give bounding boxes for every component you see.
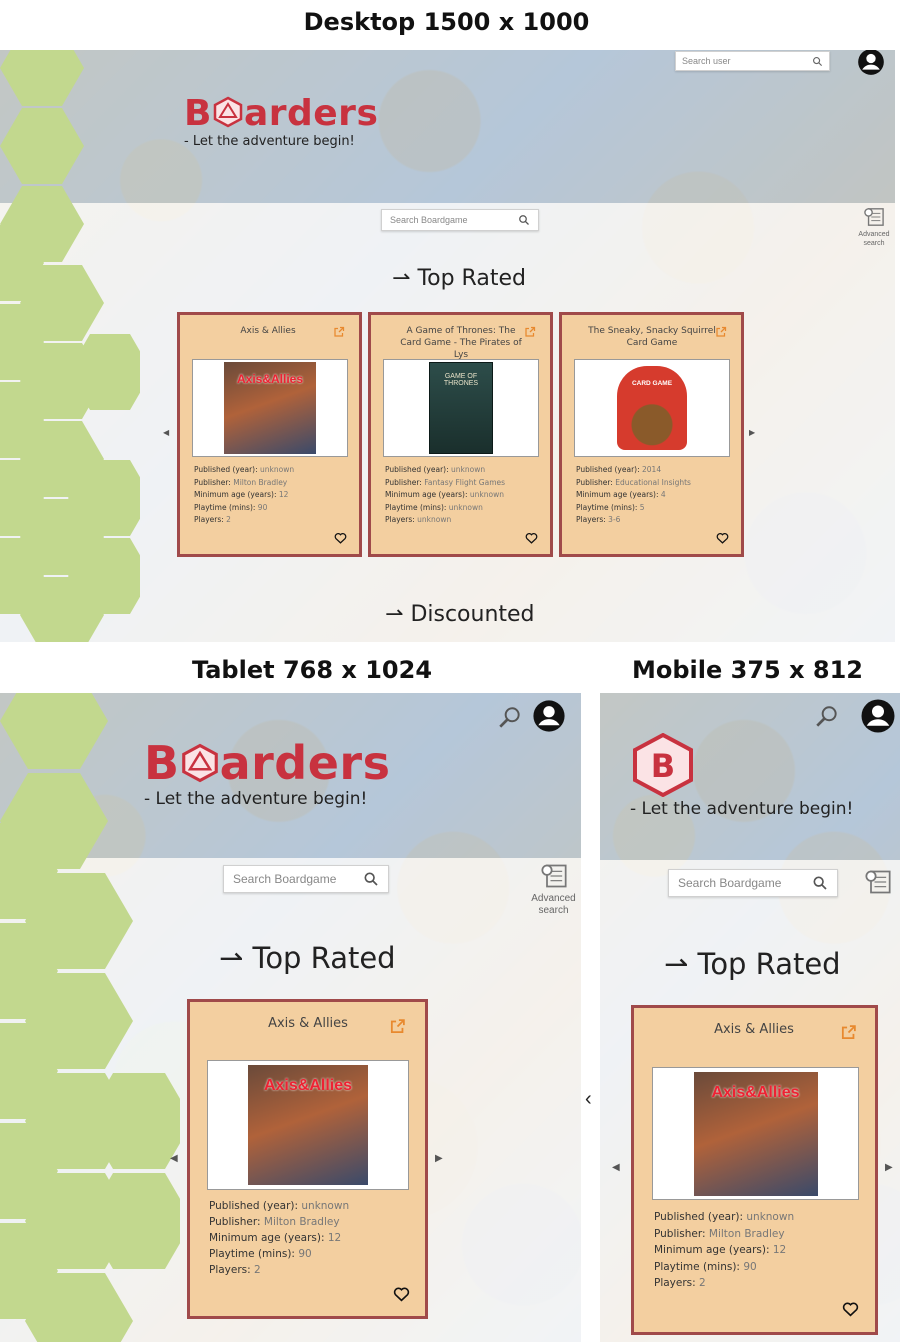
- external-link-icon[interactable]: [524, 326, 536, 338]
- search-boardgame-placeholder: Search Boardgame: [233, 872, 337, 886]
- top-rated-heading: ⇀ Top Rated: [219, 941, 396, 975]
- search-boardgame-input[interactable]: Search Boardgame: [381, 209, 539, 231]
- favorite-heart-icon[interactable]: [334, 532, 347, 544]
- search-user-input[interactable]: Search user: [675, 51, 830, 71]
- tagline: - Let the adventure begin!: [184, 134, 355, 149]
- game-box-art: Axis&Allies: [248, 1065, 368, 1185]
- external-link-icon[interactable]: [389, 1018, 406, 1035]
- search-boardgame-placeholder: Search Boardgame: [678, 876, 782, 890]
- game-title: Axis & Allies: [240, 326, 296, 336]
- advanced-search-icon: [540, 864, 567, 888]
- carousel-next-arrow[interactable]: ▶: [749, 428, 755, 437]
- game-box-art: CARD GAME: [617, 366, 687, 450]
- favorite-heart-icon[interactable]: [393, 1286, 410, 1302]
- game-card[interactable]: A Game of Thrones: The Card Game - The P…: [368, 312, 553, 557]
- game-info: Published (year): unknown Publisher: Fan…: [385, 465, 506, 524]
- search-boardgame-input[interactable]: Search Boardgame: [223, 865, 389, 893]
- view-divider: [581, 693, 600, 1342]
- game-title: A Game of Thrones: The Card Game - The P…: [400, 326, 522, 360]
- game-title: Axis & Allies: [714, 1022, 794, 1037]
- external-link-icon[interactable]: [840, 1024, 857, 1041]
- search-boardgame-input[interactable]: Search Boardgame: [668, 869, 838, 897]
- search-icon[interactable]: [812, 875, 828, 891]
- game-box-art: Axis&Allies: [693, 1071, 818, 1196]
- search-boardgame-placeholder: Search Boardgame: [390, 215, 468, 225]
- search-user-icon[interactable]: [497, 705, 523, 731]
- advanced-search-icon[interactable]: [864, 869, 892, 895]
- search-user-icon[interactable]: [814, 704, 840, 730]
- desktop-caption: Desktop 1500 x 1000: [303, 8, 590, 36]
- search-icon[interactable]: [518, 214, 530, 226]
- top-rated-heading: ⇀ Top Rated: [392, 266, 526, 291]
- game-title: The Sneaky, Snacky Squirrel Card Game: [588, 326, 716, 348]
- brand-logo-icon[interactable]: B: [630, 733, 696, 797]
- game-box-art: GAME OF THRONES: [429, 362, 493, 454]
- game-box-art: Axis&Allies: [224, 362, 316, 454]
- tagline: - Let the adventure begin!: [630, 799, 854, 819]
- game-info: Published (year): unknown Publisher: Mil…: [209, 1200, 350, 1276]
- favorite-heart-icon[interactable]: [716, 532, 729, 544]
- brand-logo[interactable]: Barders: [144, 735, 390, 791]
- top-rated-heading: ⇀ Top Rated: [664, 947, 841, 981]
- tablet-caption: Tablet 768 x 1024: [191, 656, 433, 684]
- desktop-view: Search user Barders - Let the adventure …: [0, 50, 895, 642]
- tagline: - Let the adventure begin!: [144, 789, 368, 809]
- game-title: Axis & Allies: [268, 1016, 348, 1031]
- game-info: Published (year): unknown Publisher: Mil…: [654, 1211, 795, 1289]
- search-icon[interactable]: [812, 56, 823, 67]
- game-card[interactable]: Axis & Allies Axis&Allies Published (yea…: [187, 999, 428, 1319]
- carousel-next-arrow[interactable]: ▶: [885, 1162, 893, 1173]
- carousel-next-arrow[interactable]: ▶: [435, 1153, 443, 1164]
- favorite-heart-icon[interactable]: [525, 532, 538, 544]
- svg-text:B: B: [651, 747, 675, 785]
- game-image: Axis&Allies: [192, 359, 348, 457]
- game-card[interactable]: The Sneaky, Snacky Squirrel Card Game CA…: [559, 312, 744, 557]
- advanced-search-button[interactable]: Advanced search: [526, 863, 581, 917]
- carousel-prev-arrow[interactable]: ◀: [612, 1162, 620, 1173]
- external-link-icon[interactable]: [333, 326, 345, 338]
- d20-dice-icon: [181, 743, 218, 783]
- advanced-search-button[interactable]: Advanced search: [852, 207, 895, 248]
- search-icon[interactable]: [363, 871, 379, 887]
- d20-dice-icon: [213, 96, 243, 128]
- mobile-view: B - Let the adventure begin! Search Boar…: [600, 693, 900, 1342]
- brand-logo[interactable]: Barders: [184, 92, 378, 136]
- game-card[interactable]: Axis & Allies Axis&Allies Published (yea…: [631, 1005, 878, 1335]
- collapse-chevron-icon[interactable]: ‹: [585, 1088, 592, 1111]
- search-user-placeholder: Search user: [682, 56, 731, 66]
- mobile-caption: Mobile 375 x 812: [631, 656, 864, 684]
- discounted-heading: ⇀ Discounted: [385, 602, 535, 627]
- profile-icon[interactable]: [857, 50, 885, 76]
- game-info: Published (year): 2014 Publisher: Educat…: [576, 465, 691, 524]
- game-info: Published (year): unknown Publisher: Mil…: [194, 465, 295, 524]
- carousel-prev-arrow[interactable]: ◀: [163, 428, 169, 437]
- advanced-search-icon: [864, 208, 884, 226]
- carousel-prev-arrow[interactable]: ◀: [170, 1153, 178, 1164]
- external-link-icon[interactable]: [715, 326, 727, 338]
- game-image: Axis&Allies: [652, 1067, 859, 1200]
- profile-icon[interactable]: [860, 698, 896, 734]
- hexagon-decoration: [0, 50, 140, 642]
- game-image: Axis&Allies: [207, 1060, 409, 1190]
- profile-icon[interactable]: [532, 699, 566, 733]
- tablet-view: Barders - Let the adventure begin! Searc…: [0, 693, 581, 1342]
- game-image: GAME OF THRONES: [383, 359, 539, 457]
- game-image: CARD GAME: [574, 359, 730, 457]
- game-card[interactable]: Axis & Allies Axis&Allies Published (yea…: [177, 312, 362, 557]
- favorite-heart-icon[interactable]: [842, 1301, 859, 1317]
